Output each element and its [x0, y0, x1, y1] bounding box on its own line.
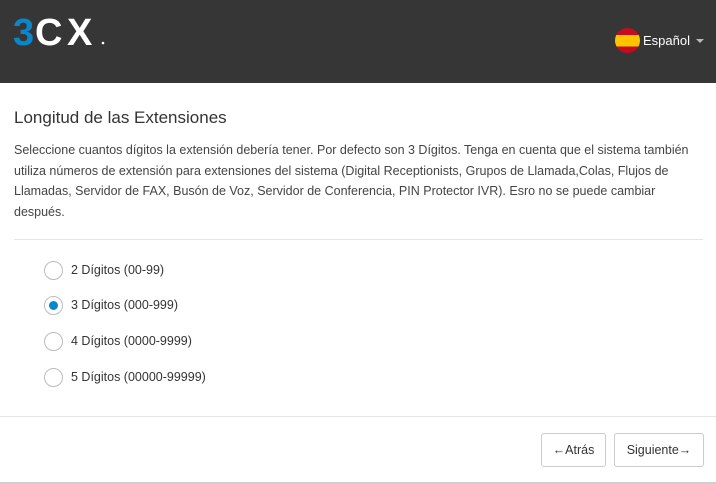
3cx-logo: 3 C X	[13, 13, 105, 49]
option-label: 3 Dígitos (000-999)	[71, 298, 179, 312]
option-label: 4 Dígitos (0000-9999)	[71, 334, 192, 348]
option-4-digits[interactable]: 4 Dígitos (0000-9999)	[44, 331, 192, 351]
radio-button[interactable]	[44, 260, 63, 280]
option-label: 2 Dígitos (00-99)	[71, 263, 165, 277]
caret-down-icon	[696, 39, 704, 43]
radio-button[interactable]	[44, 331, 63, 351]
page-title: Longitud de las Extensiones	[14, 108, 227, 127]
footer-divider	[0, 416, 716, 417]
language-label: Español	[643, 32, 690, 48]
spain-flag-icon	[615, 27, 641, 53]
top-header: 3 C X Español	[0, 0, 716, 83]
radio-button[interactable]	[44, 367, 63, 387]
divider	[14, 239, 703, 240]
option-label: 5 Dígitos (00000-99999)	[71, 370, 206, 384]
svg-text:C: C	[35, 13, 62, 49]
next-button[interactable]: Siguiente→	[614, 433, 704, 467]
svg-text:3: 3	[13, 13, 34, 49]
page-description: Seleccione cuantos dígitos la extensión …	[14, 143, 689, 219]
svg-text:X: X	[67, 13, 93, 49]
option-2-digits[interactable]: 2 Dígitos (00-99)	[44, 260, 164, 280]
language-selector[interactable]: Español	[615, 27, 704, 53]
back-button[interactable]: ←Atrás	[541, 433, 606, 467]
3cx-logo-graphic: 3 C X	[13, 13, 105, 49]
option-3-digits[interactable]: 3 Dígitos (000-999)	[44, 295, 178, 315]
option-5-digits[interactable]: 5 Dígitos (00000-99999)	[44, 367, 206, 387]
radio-button-selected[interactable]	[44, 295, 63, 315]
